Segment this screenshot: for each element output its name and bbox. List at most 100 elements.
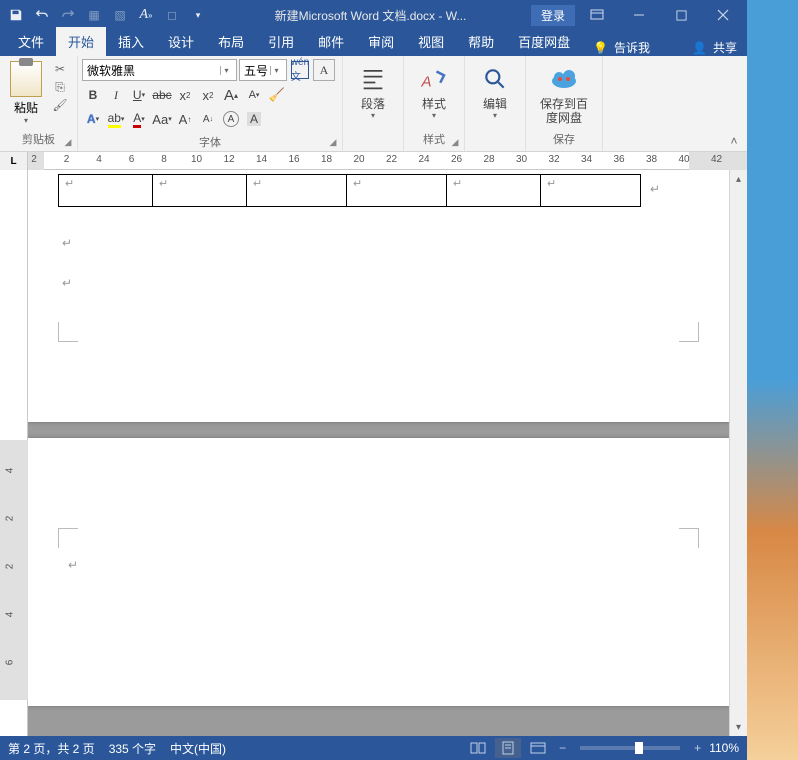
- maximize-icon[interactable]: [661, 0, 701, 30]
- group-paragraph: 段落 ▾: [343, 56, 404, 151]
- minimize-icon[interactable]: [619, 0, 659, 30]
- strikethrough-button[interactable]: abc: [151, 84, 173, 106]
- table-cell[interactable]: ↵: [347, 175, 447, 207]
- zoom-level[interactable]: 110%: [709, 741, 739, 755]
- tab-review[interactable]: 审阅: [356, 27, 406, 56]
- baidu-cloud-icon: [548, 63, 580, 95]
- save-baidu-button[interactable]: 保存到百度网盘: [530, 59, 598, 129]
- enclosed-char-button[interactable]: A: [220, 108, 242, 130]
- tell-me[interactable]: 告诉我: [614, 39, 650, 56]
- redo-icon[interactable]: [56, 3, 80, 27]
- tab-mailings[interactable]: 邮件: [306, 27, 356, 56]
- language-status[interactable]: 中文(中国): [170, 740, 226, 757]
- grow-font-button[interactable]: A▴: [220, 84, 242, 106]
- tab-view[interactable]: 视图: [406, 27, 456, 56]
- bold-button[interactable]: B: [82, 84, 104, 106]
- ribbon-display-icon[interactable]: [577, 0, 617, 30]
- vertical-ruler[interactable]: 42246: [0, 170, 28, 736]
- share-button[interactable]: 共享: [713, 39, 737, 56]
- table-cell[interactable]: ↵: [247, 175, 347, 207]
- qat-btn-1[interactable]: ▦: [82, 3, 106, 27]
- page-corner: [58, 322, 78, 342]
- char-border-icon[interactable]: A: [313, 59, 335, 81]
- styles-launcher-icon[interactable]: ◢: [449, 136, 461, 148]
- phonetic-guide-icon[interactable]: wén文: [289, 59, 311, 81]
- editing-button[interactable]: 编辑 ▾: [469, 59, 521, 129]
- tab-file[interactable]: 文件: [6, 27, 56, 56]
- font-size-combo[interactable]: 五号▾: [239, 59, 287, 81]
- scroll-up-icon[interactable]: ▴: [730, 170, 747, 188]
- font-launcher-icon[interactable]: ◢: [327, 136, 339, 148]
- subscript-button[interactable]: x2: [174, 84, 196, 106]
- paste-button[interactable]: 粘贴 ▾: [4, 59, 48, 127]
- italic-button[interactable]: I: [105, 84, 127, 106]
- zoom-out-button[interactable]: −: [559, 741, 566, 755]
- group-editing: 编辑 ▾: [465, 56, 526, 151]
- shrink-font2-button[interactable]: A↓: [197, 108, 219, 130]
- superscript-button[interactable]: x2: [197, 84, 219, 106]
- table-cell[interactable]: ↵: [447, 175, 541, 207]
- char-shading-button[interactable]: A: [243, 108, 265, 130]
- close-icon[interactable]: [703, 0, 743, 30]
- horizontal-ruler[interactable]: L 22468101214161820222426283032343638404…: [0, 152, 747, 170]
- word-count[interactable]: 335 个字: [109, 740, 156, 757]
- tab-baidu[interactable]: 百度网盘: [506, 27, 582, 56]
- vertical-scrollbar[interactable]: ▴ ▾: [729, 170, 747, 736]
- paragraph-mark: ↵: [68, 558, 78, 572]
- login-button[interactable]: 登录: [531, 5, 575, 26]
- qat-btn-2[interactable]: ▧: [108, 3, 132, 27]
- page-2[interactable]: ↵: [28, 438, 729, 706]
- page-1[interactable]: ↵ ↵ ↵ ↵ ↵ ↵ ↵ ↵ ↵: [28, 170, 729, 422]
- paragraph-button[interactable]: 段落 ▾: [347, 59, 399, 129]
- tab-insert[interactable]: 插入: [106, 27, 156, 56]
- read-mode-icon[interactable]: [465, 738, 491, 758]
- underline-button[interactable]: U▾: [128, 84, 150, 106]
- scroll-track[interactable]: [730, 188, 747, 718]
- pages-container[interactable]: ↵ ↵ ↵ ↵ ↵ ↵ ↵ ↵ ↵ ↵: [28, 170, 729, 736]
- tab-references[interactable]: 引用: [256, 27, 306, 56]
- collapse-ribbon-icon[interactable]: ˄: [725, 134, 743, 148]
- table-cell[interactable]: ↵: [541, 175, 641, 207]
- font-name-combo[interactable]: 微软雅黑▾: [82, 59, 237, 81]
- zoom-in-button[interactable]: +: [694, 741, 701, 755]
- highlight-button[interactable]: ab▾: [105, 108, 127, 130]
- qat-btn-4[interactable]: ◻: [160, 3, 184, 27]
- table-cell[interactable]: ↵: [59, 175, 153, 207]
- text-effects-button[interactable]: A▾: [82, 108, 104, 130]
- print-layout-icon[interactable]: [495, 738, 521, 758]
- document-title: 新建Microsoft Word 文档.docx - W...: [210, 7, 531, 24]
- clipboard-launcher-icon[interactable]: ◢: [62, 136, 74, 148]
- cut-icon[interactable]: ✂: [50, 61, 70, 77]
- document-table[interactable]: ↵ ↵ ↵ ↵ ↵ ↵: [58, 174, 641, 207]
- paragraph-icon: [357, 63, 389, 95]
- tab-help[interactable]: 帮助: [456, 27, 506, 56]
- font-group-label: 字体: [82, 132, 338, 152]
- share-icon: 👤: [692, 41, 707, 55]
- web-layout-icon[interactable]: [525, 738, 551, 758]
- tab-home[interactable]: 开始: [56, 27, 106, 56]
- tab-layout[interactable]: 布局: [206, 27, 256, 56]
- change-case-button[interactable]: Aa▾: [151, 108, 173, 130]
- grow-font2-button[interactable]: A↑: [174, 108, 196, 130]
- styles-button[interactable]: A 样式 ▾: [408, 59, 460, 129]
- qat-btn-3[interactable]: A»: [134, 3, 158, 27]
- format-painter-icon[interactable]: 🖌: [50, 97, 70, 113]
- qat-more-icon[interactable]: ▾: [186, 3, 210, 27]
- group-font: 微软雅黑▾ 五号▾ wén文 A B I U▾ abc x2 x2 A▴ A▾ …: [78, 56, 343, 151]
- font-color-button[interactable]: A▾: [128, 108, 150, 130]
- scroll-down-icon[interactable]: ▾: [730, 718, 747, 736]
- titlebar-right: 登录: [531, 0, 743, 30]
- group-save: 保存到百度网盘 保存: [526, 56, 603, 151]
- tab-design[interactable]: 设计: [156, 27, 206, 56]
- undo-icon[interactable]: [30, 3, 54, 27]
- shrink-font-button[interactable]: A▾: [243, 84, 265, 106]
- zoom-slider[interactable]: [580, 746, 680, 750]
- ruler-corner[interactable]: L: [0, 152, 28, 170]
- clear-format-icon[interactable]: 🧹: [266, 84, 288, 106]
- copy-icon[interactable]: ⎘: [50, 79, 70, 95]
- table-row[interactable]: ↵ ↵ ↵ ↵ ↵ ↵: [59, 175, 641, 207]
- table-cell[interactable]: ↵: [153, 175, 247, 207]
- group-styles: A 样式 ▾ 样式 ◢: [404, 56, 465, 151]
- page-status[interactable]: 第 2 页，共 2 页: [8, 740, 95, 757]
- save-icon[interactable]: [4, 3, 28, 27]
